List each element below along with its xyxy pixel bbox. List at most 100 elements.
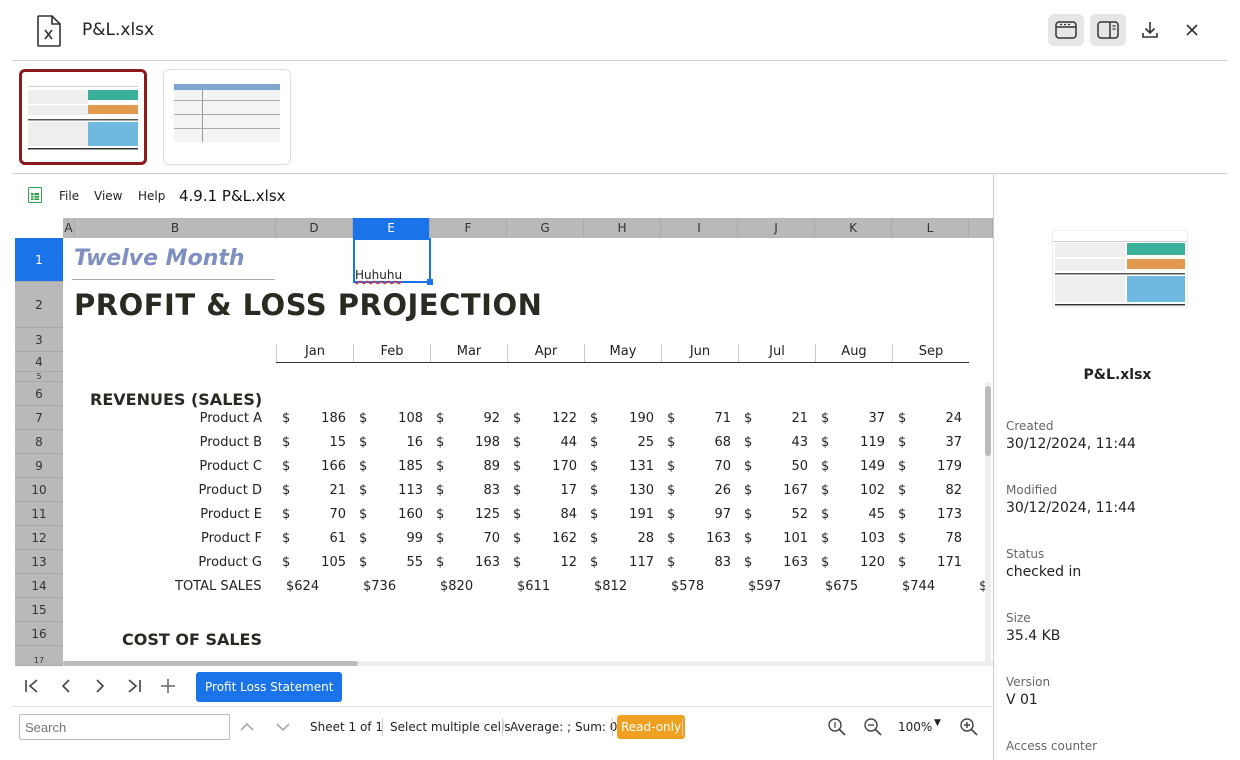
- month-header: May: [584, 344, 661, 362]
- sales-value: 162: [552, 531, 577, 546]
- row-header-16[interactable]: 16: [15, 622, 63, 646]
- sales-value: 166: [321, 459, 346, 474]
- previous-sheet-button[interactable]: [54, 674, 78, 698]
- column-header-k[interactable]: K: [815, 218, 892, 238]
- column-header-j[interactable]: J: [738, 218, 815, 238]
- sales-value: 70: [714, 459, 731, 474]
- chevron-up-icon: [240, 722, 254, 731]
- row-header-13[interactable]: 13: [15, 550, 63, 574]
- sales-value: 185: [398, 459, 423, 474]
- sales-value: 117: [629, 555, 654, 570]
- vertical-scrollbar-thumb[interactable]: [985, 386, 991, 456]
- sales-value: 198: [475, 435, 500, 450]
- spreadsheet-app-icon: [28, 187, 42, 203]
- zoom-dropdown-icon[interactable]: ▼: [934, 718, 941, 728]
- row-header-10[interactable]: 10: [15, 478, 63, 502]
- search-next-button[interactable]: [271, 715, 295, 739]
- total-value: $744: [902, 579, 936, 594]
- search-previous-button[interactable]: [235, 715, 259, 739]
- sales-value: 131: [629, 459, 654, 474]
- sales-value: 101: [783, 531, 808, 546]
- total-sales-label: TOTAL SALES: [175, 579, 262, 594]
- sales-value: 45: [868, 507, 885, 522]
- menu-help[interactable]: Help: [138, 189, 165, 203]
- sales-value: 171: [937, 555, 962, 570]
- sales-value: 122: [552, 411, 577, 426]
- sales-value: 70: [329, 507, 346, 522]
- row-header-1[interactable]: 1: [15, 238, 63, 282]
- fill-handle[interactable]: [427, 279, 433, 285]
- total-value: $578: [671, 579, 705, 594]
- add-sheet-button[interactable]: [156, 674, 180, 698]
- zoom-level[interactable]: 100%: [898, 720, 932, 734]
- row-header-7[interactable]: 7: [15, 406, 63, 430]
- sales-value: 37: [868, 411, 885, 426]
- row-header-11[interactable]: 11: [15, 502, 63, 526]
- sales-value: 37: [945, 435, 962, 450]
- column-header-blank[interactable]: [969, 218, 993, 238]
- close-button[interactable]: [1174, 14, 1210, 46]
- zoom-out-button[interactable]: [861, 715, 885, 739]
- row-header-14[interactable]: 14: [15, 574, 63, 598]
- next-sheet-button[interactable]: [88, 674, 112, 698]
- product-name: Product F: [201, 531, 262, 546]
- first-sheet-button[interactable]: [20, 674, 44, 698]
- column-header-l[interactable]: L: [892, 218, 969, 238]
- version-label: Version: [1006, 675, 1051, 689]
- zoom-in-button[interactable]: [957, 715, 981, 739]
- column-header-g[interactable]: G: [507, 218, 584, 238]
- month-header: Apr: [507, 344, 584, 362]
- column-header-b[interactable]: B: [75, 218, 276, 238]
- spreadsheet-grid[interactable]: A B D E F G H I J K L 1 2 3 4 5 6 7 8 9 …: [15, 218, 993, 666]
- row-header-4[interactable]: 4: [15, 352, 63, 372]
- row-header-8[interactable]: 8: [15, 430, 63, 454]
- toggle-info-panel-button[interactable]: [1090, 14, 1126, 46]
- sales-value: 99: [406, 531, 423, 546]
- row-header-17[interactable]: 17: [15, 646, 63, 666]
- sales-value: 44: [560, 435, 577, 450]
- sales-value: 170: [552, 459, 577, 474]
- sheet-tab-profit-loss[interactable]: Profit Loss Statement: [196, 672, 343, 702]
- column-header-a[interactable]: A: [63, 218, 75, 238]
- panel-right-icon: [1097, 21, 1119, 39]
- row-header-6[interactable]: 6: [15, 382, 63, 406]
- selection-mode[interactable]: Select multiple cells: [390, 720, 511, 734]
- row-header-12[interactable]: 12: [15, 526, 63, 550]
- thumbnail-page-2[interactable]: [163, 69, 291, 165]
- column-header-i[interactable]: I: [661, 218, 738, 238]
- row-header-15[interactable]: 15: [15, 598, 63, 622]
- divider: [502, 718, 503, 736]
- sheet-preview-image: [1053, 241, 1187, 306]
- toggle-thumbnails-button[interactable]: [1048, 14, 1084, 46]
- zoom-reset-icon: [828, 718, 846, 736]
- row-header-5[interactable]: 5: [15, 372, 63, 382]
- select-all-corner[interactable]: [15, 218, 63, 238]
- sheet-subtitle: Twelve Month: [74, 246, 245, 271]
- divider: [682, 718, 683, 736]
- close-icon: [1186, 24, 1198, 36]
- row-header-2[interactable]: 2: [15, 282, 63, 328]
- file-preview-thumbnail: [1052, 230, 1188, 308]
- row-header-3[interactable]: 3: [15, 328, 63, 352]
- revenues-heading: REVENUES (SALES): [90, 390, 263, 409]
- column-header-d[interactable]: D: [276, 218, 353, 238]
- column-header-e[interactable]: E: [353, 218, 430, 238]
- menu-file[interactable]: File: [59, 189, 79, 203]
- menu-view[interactable]: View: [94, 189, 122, 203]
- zoom-reset-button[interactable]: [825, 715, 849, 739]
- row-header-9[interactable]: 9: [15, 454, 63, 478]
- sales-value: 84: [560, 507, 577, 522]
- vertical-scrollbar[interactable]: [985, 382, 991, 666]
- thumbnail-page-1[interactable]: [19, 69, 147, 165]
- total-value: $736: [363, 579, 397, 594]
- zoom-in-icon: [960, 718, 978, 736]
- last-sheet-button[interactable]: [122, 674, 146, 698]
- product-name: Product D: [198, 483, 262, 498]
- sales-value: 97: [714, 507, 731, 522]
- column-header-h[interactable]: H: [584, 218, 661, 238]
- column-header-f[interactable]: F: [430, 218, 507, 238]
- sales-value: 71: [714, 411, 731, 426]
- sales-value: 61: [329, 531, 346, 546]
- search-input[interactable]: [19, 714, 230, 740]
- download-button[interactable]: [1132, 14, 1168, 46]
